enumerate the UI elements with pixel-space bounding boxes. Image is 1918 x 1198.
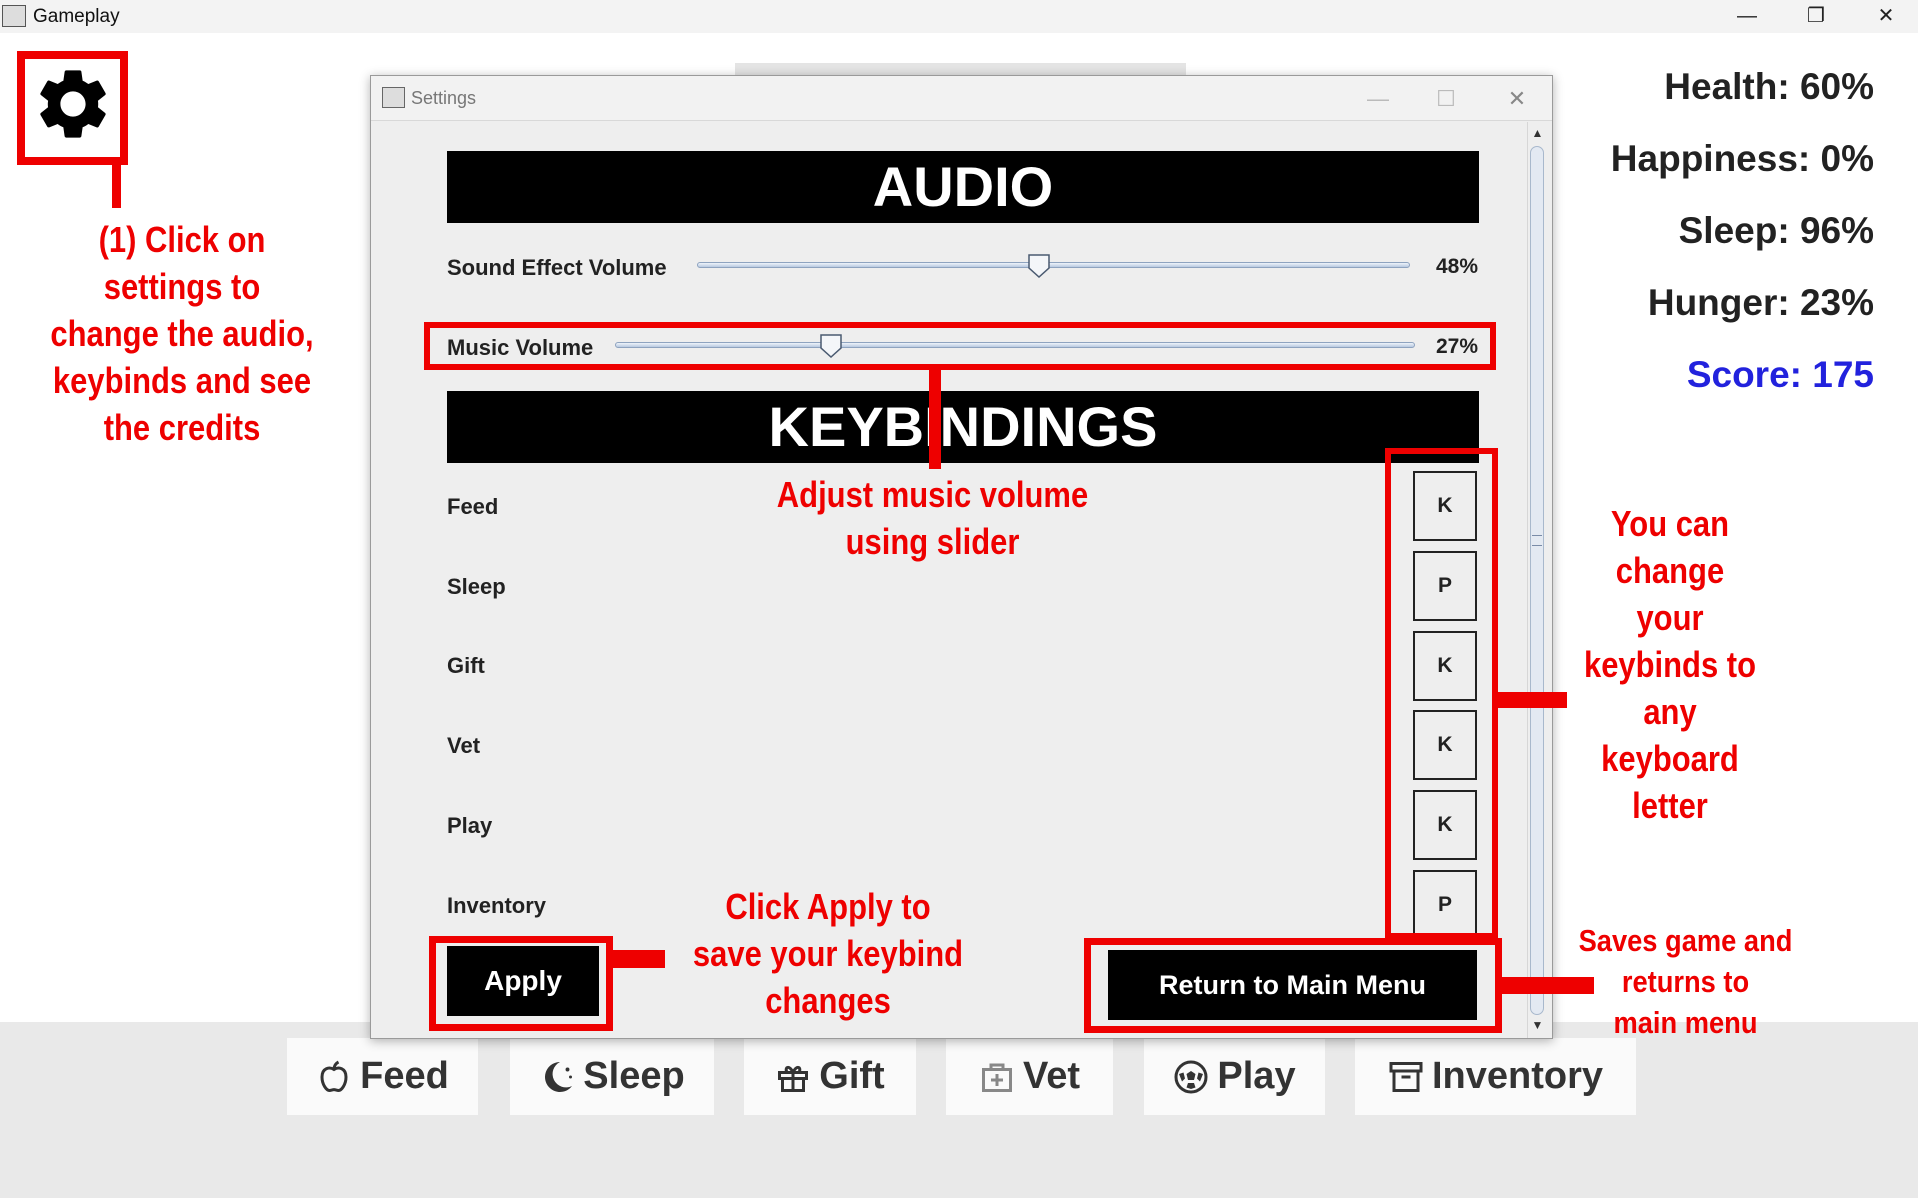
close-button[interactable]: ✕ — [1856, 0, 1916, 33]
keybindings-heading: KEYBINDINGS — [447, 391, 1479, 463]
play-action-button[interactable]: Play — [1144, 1038, 1325, 1115]
sound-effect-volume-label: Sound Effect Volume — [447, 255, 667, 280]
settings-minimize-button[interactable]: — — [1358, 84, 1398, 114]
feed-action-button[interactable]: Feed — [287, 1038, 478, 1115]
keybind-label-feed: Feed — [447, 494, 499, 519]
sleep-action-button[interactable]: Sleep — [510, 1038, 714, 1115]
vet-action-label: Vet — [1022, 1055, 1081, 1097]
return-annotation: Saves game and returns to main menu — [1578, 923, 1793, 1040]
keybind-label-sleep: Sleep — [447, 574, 506, 599]
apple-icon — [320, 1060, 348, 1092]
keybind-label-play: Play — [447, 813, 493, 838]
return-highlight-box — [1084, 938, 1502, 1033]
sleep-action-label: Sleep — [583, 1055, 685, 1097]
inventory-action-label: Inventory — [1431, 1055, 1604, 1097]
audio-heading: AUDIO — [447, 151, 1479, 223]
play-action-label: Play — [1217, 1055, 1296, 1097]
sound-effect-slider-thumb[interactable] — [1028, 254, 1050, 278]
app-icon — [2, 5, 26, 27]
apply-highlight-box — [429, 936, 613, 1031]
happiness-stat: Happiness: 0% — [1610, 138, 1874, 179]
keybinds-callout-line — [1498, 692, 1567, 708]
settings-maximize-button[interactable]: ☐ — [1426, 84, 1466, 114]
restore-button[interactable]: ❐ — [1786, 0, 1846, 33]
music-volume-highlight-box — [424, 322, 1496, 370]
settings-callout-line — [112, 165, 121, 208]
settings-close-button[interactable]: ✕ — [1497, 84, 1537, 114]
health-stat: Health: 60% — [1664, 66, 1874, 107]
apply-annotation: Click Apply to save your keybind changes — [692, 886, 964, 1021]
medkit-icon — [981, 1063, 1012, 1092]
feed-action-label: Feed — [360, 1055, 449, 1097]
scroll-down-arrow[interactable]: ▼ — [1527, 1014, 1548, 1036]
apply-callout-line — [613, 950, 665, 968]
keybind-label-inventory: Inventory — [447, 893, 547, 918]
settings-title: Settings — [411, 88, 477, 108]
vet-action-button[interactable]: Vet — [946, 1038, 1113, 1115]
minimize-button[interactable]: — — [1717, 0, 1777, 33]
moon-icon — [545, 1061, 573, 1092]
settings-annotation: (1) Click on settings to change the audi… — [50, 219, 314, 448]
score-stat: Score: 175 — [1686, 354, 1874, 395]
window-title: Gameplay — [33, 6, 120, 27]
settings-highlight-box — [17, 51, 128, 165]
scrollbar-grip — [1532, 535, 1542, 546]
inventory-action-button[interactable]: Inventory — [1355, 1038, 1636, 1115]
sound-effect-volume-value: 48% — [1435, 255, 1478, 278]
gift-action-label: Gift — [819, 1055, 885, 1097]
gift-action-button[interactable]: Gift — [744, 1038, 916, 1115]
keybind-buttons-highlight-box — [1385, 448, 1498, 939]
scroll-up-arrow[interactable]: ▲ — [1527, 122, 1548, 144]
keybind-label-gift: Gift — [447, 653, 485, 678]
keybind-label-vet: Vet — [447, 733, 481, 758]
sleep-stat: Sleep: 96% — [1678, 210, 1874, 251]
box-icon — [1389, 1061, 1423, 1092]
hunger-stat: Hunger: 23% — [1647, 282, 1874, 323]
sound-effect-volume-slider[interactable] — [697, 262, 1410, 268]
music-annotation: Adjust music volume using slider — [776, 474, 1089, 562]
scrollbar-thumb[interactable] — [1530, 146, 1544, 1015]
music-callout-line — [929, 370, 941, 469]
gift-icon — [778, 1065, 809, 1092]
soccer-ball-icon — [1174, 1060, 1208, 1093]
settings-app-icon — [382, 87, 405, 108]
keybinds-annotation: You can change your keybinds to any keyb… — [1583, 503, 1757, 826]
window-titlebar — [0, 0, 1918, 33]
